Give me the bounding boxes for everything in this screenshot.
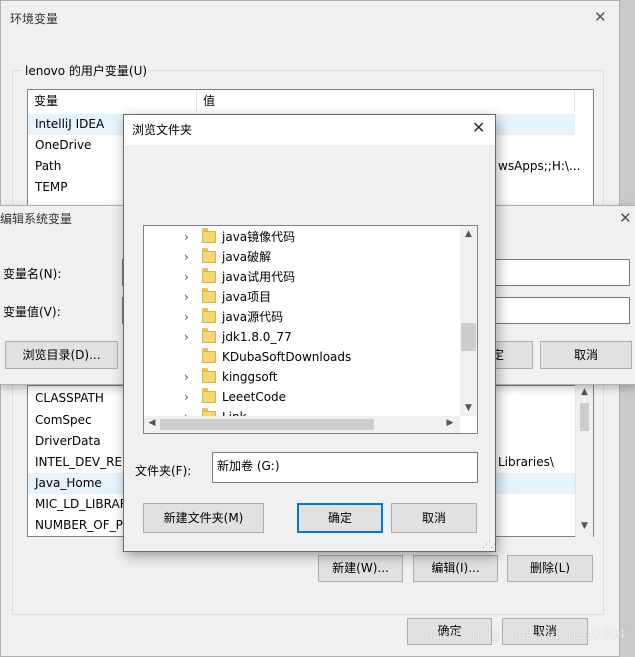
folder-icon bbox=[202, 368, 216, 383]
scrollbar-thumb[interactable] bbox=[461, 323, 476, 351]
tree-item-label: java镜像代码 bbox=[222, 230, 296, 244]
browse-ok-button[interactable]: 确定 bbox=[297, 503, 383, 533]
resize-grip-icon[interactable]: ⋰⋰ bbox=[482, 540, 499, 550]
close-icon[interactable]: ✕ bbox=[472, 118, 485, 137]
scroll-left-arrow-icon[interactable]: ◀ bbox=[146, 418, 158, 428]
browse-cancel-button[interactable]: 取消 bbox=[391, 503, 477, 533]
edit-cancel-button[interactable]: 取消 bbox=[540, 341, 632, 369]
chevron-right-icon[interactable]: › bbox=[184, 387, 194, 407]
folder-icon bbox=[202, 308, 216, 323]
edit-variable-button[interactable]: 编辑(I)... bbox=[413, 555, 498, 582]
table-cell-value: Libraries\ bbox=[498, 455, 554, 469]
folder-icon bbox=[202, 388, 216, 403]
variable-value-label: 变量值(V): bbox=[3, 305, 61, 319]
table-row[interactable]: CLASSPATH bbox=[35, 388, 104, 409]
watermark: https://blog.csdn.net/lp210304 bbox=[425, 628, 626, 643]
table-row[interactable]: IntelliJ IDEA bbox=[35, 114, 104, 135]
folder-icon bbox=[202, 268, 216, 283]
chevron-right-icon[interactable]: › bbox=[184, 267, 194, 287]
table-cell-value: wsApps;;H:\... bbox=[498, 159, 581, 173]
user-vars-group-label: lenovo 的用户变量(U) bbox=[22, 62, 151, 79]
table-row[interactable]: ComSpec bbox=[35, 410, 92, 431]
folder-field-label: 文件夹(F): bbox=[135, 464, 192, 478]
chevron-right-icon[interactable]: › bbox=[184, 287, 194, 307]
table-row[interactable]: DriverData bbox=[35, 431, 101, 452]
table-row[interactable]: TEMP bbox=[35, 177, 68, 198]
system-vars-scrollbar[interactable]: ▲ ▼ bbox=[575, 385, 593, 537]
close-icon[interactable]: ✕ bbox=[594, 8, 607, 26]
scroll-down-arrow-icon[interactable]: ▼ bbox=[576, 521, 593, 531]
folder-icon bbox=[202, 328, 216, 343]
folder-tree[interactable]: › java镜像代码 › java破解 › java试用代码 › java项目 › jav… bbox=[143, 225, 478, 434]
folder-icon bbox=[202, 348, 216, 363]
chevron-right-icon[interactable]: › bbox=[184, 307, 194, 327]
scrollbar-thumb[interactable] bbox=[160, 419, 374, 430]
browse-directory-button[interactable]: 浏览目录(D)... bbox=[5, 341, 118, 369]
column-header-variable[interactable]: 变量 bbox=[28, 90, 197, 112]
variable-name-label: 变量名(N): bbox=[3, 267, 62, 281]
folder-input[interactable]: 新加卷 (G:) bbox=[212, 452, 478, 483]
folder-icon bbox=[202, 248, 216, 263]
env-dialog-title: 环境变量 bbox=[10, 12, 59, 26]
scroll-right-arrow-icon[interactable]: ▶ bbox=[444, 418, 456, 428]
scrollbar-thumb[interactable] bbox=[580, 403, 589, 431]
scroll-up-arrow-icon[interactable]: ▲ bbox=[460, 229, 477, 239]
table-row[interactable]: INTEL_DEV_RED bbox=[35, 452, 131, 473]
delete-variable-button[interactable]: 删除(L) bbox=[507, 555, 593, 582]
edit-dialog-title: 编辑系统变量 bbox=[0, 212, 73, 226]
chevron-right-icon[interactable]: › bbox=[184, 367, 194, 387]
table-row[interactable]: Path bbox=[35, 156, 61, 177]
browse-dialog-title: 浏览文件夹 bbox=[132, 123, 193, 137]
table-row[interactable]: MIC_LD_LIBRAR bbox=[35, 494, 128, 515]
tree-item-label: LeeetCode bbox=[222, 390, 287, 404]
tree-item-label: java破解 bbox=[222, 250, 272, 264]
tree-item-label: jdk1.8.0_77 bbox=[222, 330, 292, 344]
column-header-value[interactable]: 值 bbox=[197, 90, 575, 112]
tree-item-label: java项目 bbox=[222, 290, 272, 304]
table-row[interactable]: NUMBER_OF_P bbox=[35, 515, 123, 536]
chevron-right-icon[interactable]: › bbox=[184, 327, 194, 347]
new-variable-button[interactable]: 新建(W)... bbox=[318, 555, 403, 582]
new-folder-button[interactable]: 新建文件夹(M) bbox=[143, 503, 264, 533]
chevron-right-icon[interactable]: › bbox=[184, 227, 194, 247]
tree-item-label: KDubaSoftDownloads bbox=[222, 350, 352, 364]
folder-icon bbox=[202, 228, 216, 243]
tree-horizontal-scrollbar[interactable]: ◀ ▶ bbox=[144, 416, 460, 433]
scroll-down-arrow-icon[interactable]: ▼ bbox=[460, 403, 477, 413]
scroll-up-arrow-icon[interactable]: ▲ bbox=[576, 387, 593, 397]
folder-icon bbox=[202, 288, 216, 303]
tree-item-label: java源代码 bbox=[222, 310, 284, 324]
close-icon[interactable]: ✕ bbox=[619, 209, 632, 227]
table-row[interactable]: OneDrive bbox=[35, 135, 91, 156]
tree-item-label: java试用代码 bbox=[222, 270, 296, 284]
table-row[interactable]: Java_Home bbox=[35, 473, 102, 494]
tree-vertical-scrollbar[interactable]: ▲ ▼ bbox=[460, 226, 477, 416]
tree-item-label: kinggsoft bbox=[222, 370, 278, 384]
chevron-right-icon[interactable]: › bbox=[184, 247, 194, 267]
